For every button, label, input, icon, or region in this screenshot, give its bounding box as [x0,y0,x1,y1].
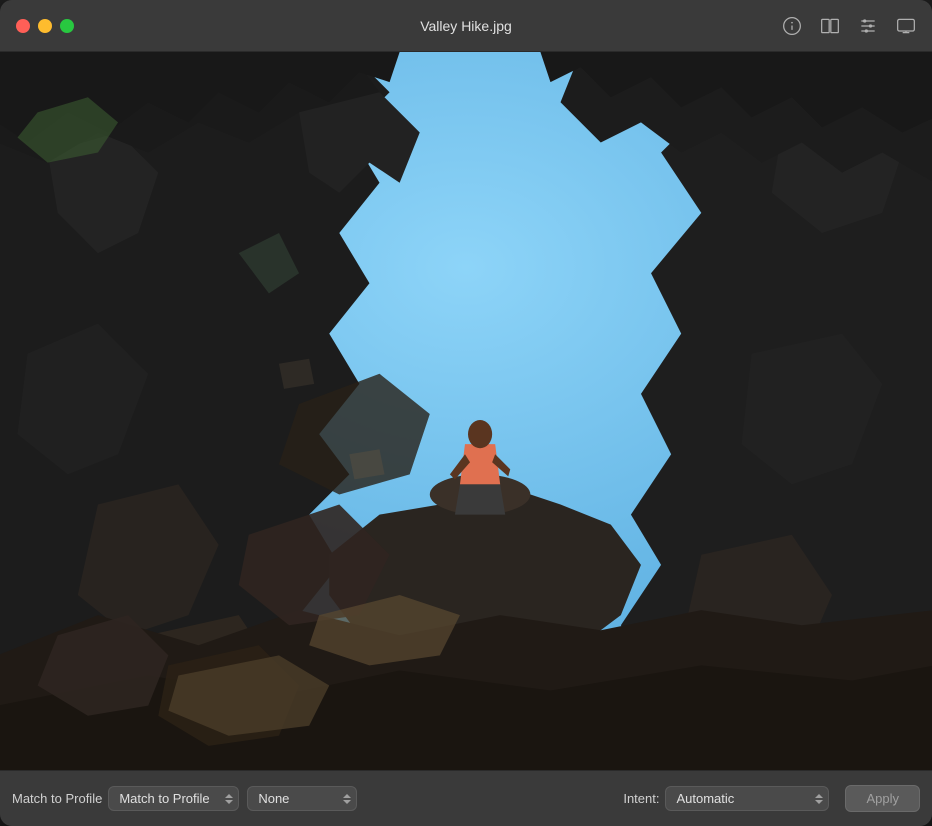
compare-icon[interactable] [820,16,840,36]
image-area [0,52,932,770]
toolbar-icons [782,16,916,36]
profile-dropdown-wrapper: None sRGB Display P3 Adobe RGB [247,786,357,811]
main-window: Valley Hike.jpg [0,0,932,826]
close-button[interactable] [16,19,30,33]
info-icon[interactable] [782,16,802,36]
intent-dropdown[interactable]: Automatic Perceptual Relative Colorimetr… [665,786,829,811]
match-to-profile-label: Match to Profile [12,791,102,806]
display-icon[interactable] [896,16,916,36]
adjustments-icon[interactable] [858,16,878,36]
titlebar: Valley Hike.jpg [0,0,932,52]
photo-display [0,52,932,770]
minimize-button[interactable] [38,19,52,33]
traffic-lights [16,19,74,33]
match-to-profile-group: Match to Profile Match to Profile [12,786,239,811]
apply-button[interactable]: Apply [845,785,920,812]
maximize-button[interactable] [60,19,74,33]
window-title: Valley Hike.jpg [420,18,512,34]
intent-dropdown-wrapper: Automatic Perceptual Relative Colorimetr… [665,786,829,811]
match-to-profile-dropdown[interactable]: Match to Profile [108,786,239,811]
bottom-toolbar: Match to Profile Match to Profile None s… [0,770,932,826]
profile-dropdown[interactable]: None sRGB Display P3 Adobe RGB [247,786,357,811]
match-to-profile-dropdown-wrapper: Match to Profile [108,786,239,811]
intent-label: Intent: [623,791,659,806]
intent-group: Intent: Automatic Perceptual Relative Co… [623,786,829,811]
